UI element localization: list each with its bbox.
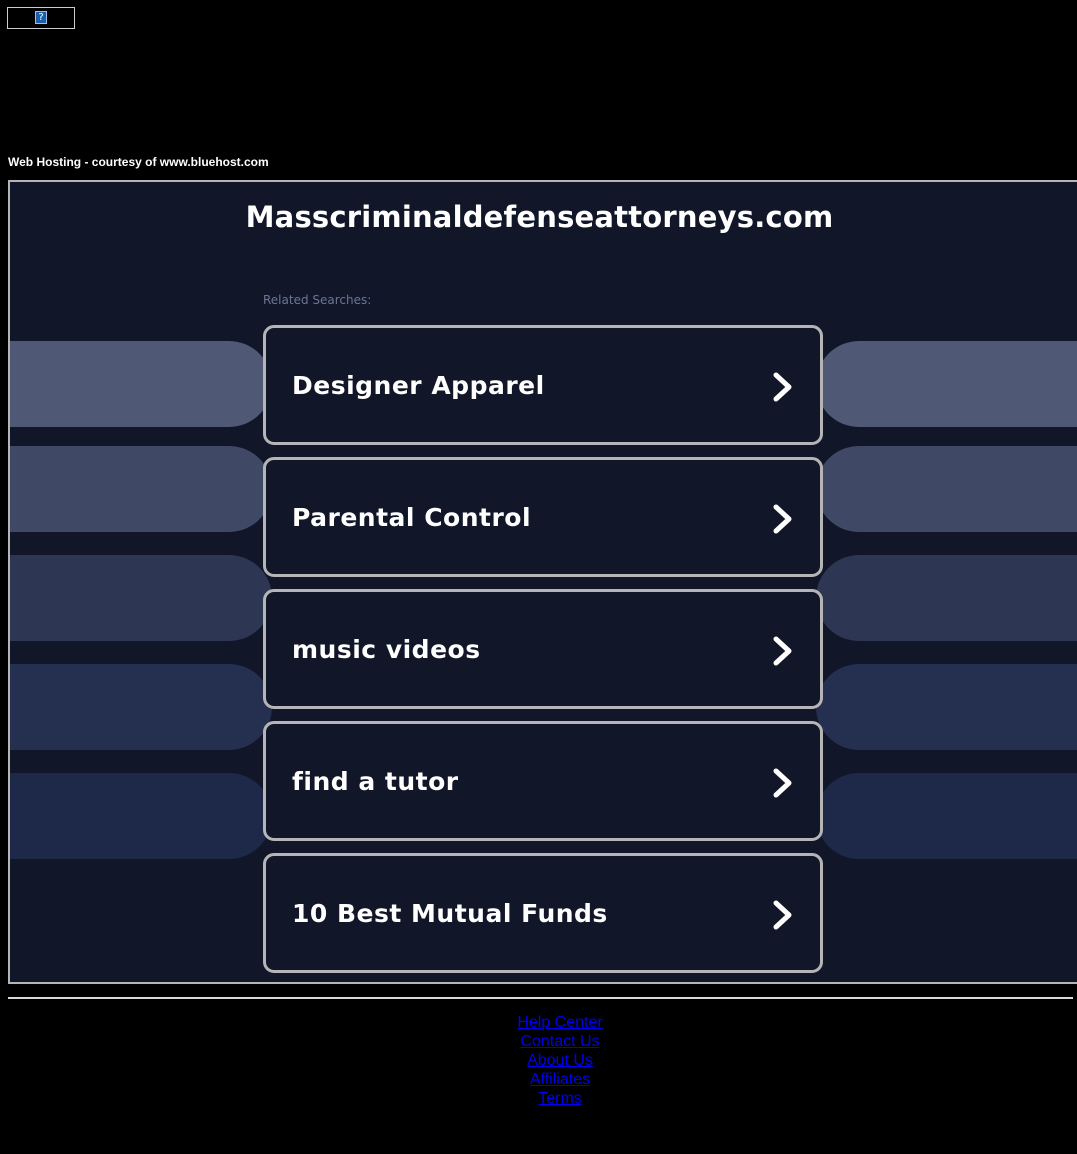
broken-image-icon: ? — [35, 11, 47, 24]
search-link-label: Parental Control — [292, 502, 532, 532]
chevron-right-icon — [773, 900, 792, 930]
footer-link-help-center[interactable]: Help Center — [0, 1013, 1077, 1032]
broken-image-banner[interactable]: ? — [7, 7, 75, 29]
search-link-best-mutual-funds[interactable]: 10 Best Mutual Funds — [263, 853, 823, 973]
decor-pill-right-1 — [816, 341, 1077, 427]
chevron-right-icon — [773, 636, 792, 666]
decor-pill-left-4 — [10, 664, 272, 750]
footer-link-terms[interactable]: Terms — [0, 1089, 1077, 1108]
decor-pill-left-2 — [10, 446, 272, 532]
search-link-find-a-tutor[interactable]: find a tutor — [263, 721, 823, 841]
decor-pill-left-5 — [10, 773, 272, 859]
search-link-music-videos[interactable]: music videos — [263, 589, 823, 709]
decor-pill-left-3 — [10, 555, 272, 641]
decor-pill-right-3 — [816, 555, 1077, 641]
decor-pill-right-2 — [816, 446, 1077, 532]
search-link-designer-apparel[interactable]: Designer Apparel — [263, 325, 823, 445]
footer-link-contact-us[interactable]: Contact Us — [0, 1032, 1077, 1051]
search-link-parental-control[interactable]: Parental Control — [263, 457, 823, 577]
parked-domain-panel: Masscriminaldefenseattorneys.com Related… — [8, 180, 1077, 984]
search-link-label: 10 Best Mutual Funds — [292, 898, 608, 928]
domain-title: Masscriminaldefenseattorneys.com — [245, 200, 834, 234]
chevron-right-icon — [773, 372, 792, 402]
decor-pill-right-4 — [816, 664, 1077, 750]
search-link-label: Designer Apparel — [292, 370, 545, 400]
decor-pill-right-5 — [816, 773, 1077, 859]
search-link-label: find a tutor — [292, 766, 459, 796]
hosting-note: Web Hosting - courtesy of www.bluehost.c… — [8, 155, 269, 169]
footer-link-affiliates[interactable]: Affiliates — [0, 1070, 1077, 1089]
footer-links: Help Center Contact Us About Us Affiliat… — [0, 1013, 1077, 1108]
chevron-right-icon — [773, 504, 792, 534]
footer-divider — [8, 997, 1073, 999]
chevron-right-icon — [773, 768, 792, 798]
search-link-label: music videos — [292, 634, 481, 664]
footer-link-about-us[interactable]: About Us — [0, 1051, 1077, 1070]
decor-pill-left-1 — [10, 341, 272, 427]
related-searches-label: Related Searches: — [263, 293, 372, 307]
